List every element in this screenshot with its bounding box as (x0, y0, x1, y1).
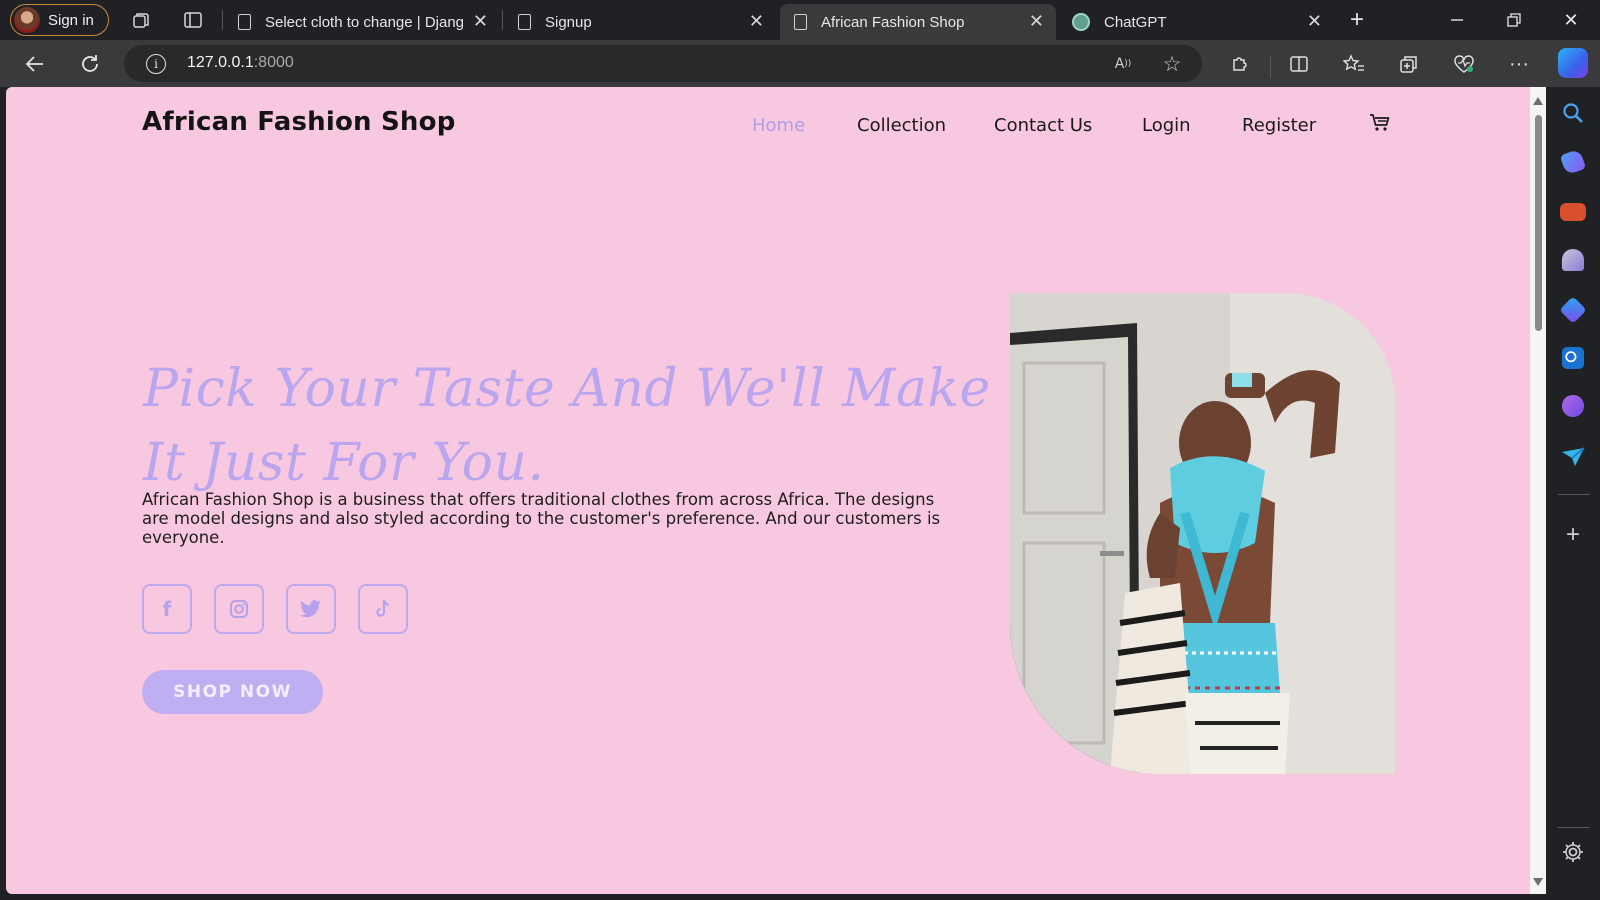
read-aloud-icon[interactable]: A)) (1111, 52, 1135, 76)
url-port: :8000 (253, 54, 294, 71)
twitter-icon[interactable] (286, 584, 336, 634)
copilot-sidebar-icon[interactable] (1559, 296, 1587, 324)
workspaces-icon[interactable] (129, 8, 153, 32)
tab-title: Select cloth to change | Djang (265, 13, 465, 31)
minimize-icon[interactable] (1442, 6, 1472, 34)
shopping-cart-icon[interactable] (1369, 113, 1391, 133)
collections-icon[interactable] (1395, 50, 1423, 78)
search-icon[interactable] (1560, 100, 1586, 126)
restore-icon[interactable] (1499, 6, 1529, 34)
sidebar-settings-gear-icon[interactable] (1560, 839, 1586, 865)
site-info-icon[interactable]: i (146, 54, 166, 74)
tab-african-fashion-shop[interactable]: African Fashion Shop ✕ (780, 4, 1056, 40)
scroll-up-arrow-icon[interactable] (1533, 97, 1543, 105)
hero-description: African Fashion Shop is a business that … (142, 490, 941, 547)
close-window-icon[interactable]: ✕ (1556, 6, 1586, 34)
browser-toolbar: i 127.0.0.1:8000 A)) ☆ ··· (0, 40, 1600, 87)
favorites-icon[interactable] (1340, 50, 1368, 78)
page-icon (238, 14, 251, 30)
reload-icon[interactable] (76, 50, 104, 78)
nav-link-register[interactable]: Register (1242, 115, 1316, 136)
close-tab-icon[interactable]: ✕ (749, 12, 764, 30)
url-text[interactable]: 127.0.0.1:8000 (187, 54, 294, 72)
tiktok-icon[interactable] (358, 584, 408, 634)
sidebar-separator (1558, 827, 1590, 828)
games-chess-icon[interactable] (1561, 248, 1585, 272)
browser-tab-bar: Sign in Select cloth to change | Djang ✕… (0, 0, 1600, 40)
tools-briefcase-icon[interactable] (1560, 203, 1586, 221)
nav-link-collection[interactable]: Collection (857, 115, 946, 136)
nav-link-contact-us[interactable]: Contact Us (994, 115, 1092, 136)
sidebar-separator (1558, 494, 1590, 495)
tab-chatgpt[interactable]: ChatGPT ✕ (1058, 4, 1334, 40)
designer-icon[interactable] (1561, 394, 1585, 418)
close-tab-icon[interactable]: ✕ (1307, 12, 1322, 30)
tab-title: Signup (545, 13, 592, 31)
shop-now-button[interactable]: SHOP NOW (142, 670, 323, 714)
tab-title: African Fashion Shop (821, 13, 965, 31)
nav-link-login[interactable]: Login (1142, 115, 1191, 136)
scrollbar-thumb[interactable] (1535, 115, 1542, 331)
outlook-icon[interactable] (1561, 346, 1585, 370)
sign-in-label: Sign in (48, 11, 94, 29)
site-brand-logo[interactable]: African Fashion Shop (142, 107, 456, 137)
back-icon[interactable] (21, 50, 49, 78)
url-host: 127.0.0.1 (187, 54, 254, 71)
chatgpt-icon (1072, 13, 1090, 31)
copilot-icon[interactable] (1558, 48, 1588, 78)
new-tab-icon[interactable]: + (1342, 6, 1372, 34)
page-icon (518, 14, 531, 30)
facebook-icon[interactable]: f (142, 584, 192, 634)
favorite-star-icon[interactable]: ☆ (1160, 52, 1184, 76)
page-scrollbar[interactable] (1530, 87, 1546, 894)
tab-separator (502, 10, 503, 30)
hero-heading: Pick Your Taste And We'll Make It Just F… (143, 359, 991, 493)
toolbar-separator (1270, 56, 1271, 78)
nav-link-home[interactable]: Home (752, 115, 805, 136)
add-sidebar-app-icon[interactable]: + (1560, 522, 1586, 548)
extensions-icon[interactable] (1226, 50, 1254, 78)
tab-signup[interactable]: Signup ✕ (504, 4, 776, 40)
profile-sign-in-button[interactable]: Sign in (10, 4, 109, 36)
browser-essentials-icon[interactable] (1450, 50, 1478, 78)
drop-send-icon[interactable] (1560, 444, 1586, 470)
close-tab-icon[interactable]: ✕ (473, 12, 488, 30)
page-viewport: African Fashion Shop Home Collection Con… (6, 87, 1530, 894)
tab-select-cloth[interactable]: Select cloth to change | Djang ✕ (224, 4, 500, 40)
hero-model-photo (1010, 293, 1395, 774)
scroll-down-arrow-icon[interactable] (1533, 878, 1543, 886)
close-tab-icon[interactable]: ✕ (1029, 12, 1044, 30)
split-screen-icon[interactable] (1285, 50, 1313, 78)
shopping-tag-icon[interactable] (1559, 148, 1587, 176)
page-icon (794, 14, 807, 30)
edge-sidebar: + (1546, 87, 1600, 900)
address-bar[interactable]: i 127.0.0.1:8000 A)) ☆ (124, 45, 1202, 82)
tab-separator (222, 10, 223, 30)
instagram-icon[interactable] (214, 584, 264, 634)
profile-avatar (14, 7, 40, 33)
tab-title: ChatGPT (1104, 13, 1167, 31)
vertical-tabs-icon[interactable] (181, 8, 205, 32)
more-options-icon[interactable]: ··· (1505, 50, 1533, 78)
